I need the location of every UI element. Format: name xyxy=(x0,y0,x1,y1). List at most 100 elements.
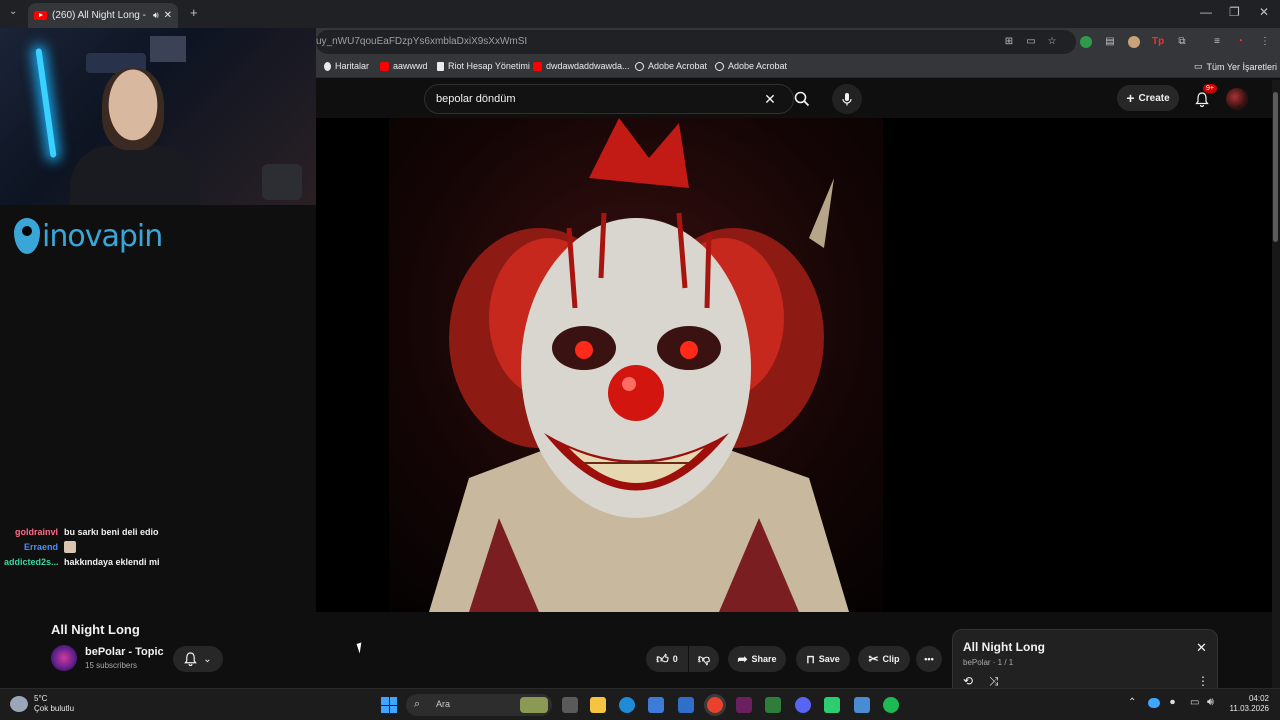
bookmark-item[interactable]: Adobe Acrobat xyxy=(715,61,787,71)
chrome-icon[interactable] xyxy=(707,697,723,713)
extension-tp-icon[interactable]: Tp xyxy=(1152,36,1164,48)
weather-desc: Çok bulutlu xyxy=(34,704,75,713)
bookmark-label: Tüm Yer İşaretleri xyxy=(1206,61,1278,72)
extension-green-icon[interactable] xyxy=(1080,36,1092,48)
clock-date: 11.03.2026 xyxy=(1229,704,1269,713)
system-clock[interactable]: 04:02 11.03.2026 xyxy=(1221,694,1269,714)
notification-badge: 9+ xyxy=(1203,84,1217,93)
bookmark-item[interactable]: Adobe Acrobat xyxy=(635,61,707,71)
account-avatar[interactable] xyxy=(1226,88,1248,110)
more-actions-button[interactable]: ••• xyxy=(916,646,942,672)
network-icon[interactable]: ▭ xyxy=(1190,697,1199,708)
search-highlight-image xyxy=(520,697,548,713)
save-label: Save xyxy=(818,654,840,664)
translate-icon[interactable]: ⊞ xyxy=(1003,36,1015,48)
map-pin-logo-icon xyxy=(14,218,40,254)
speaker-icon[interactable]: 🔊︎ xyxy=(153,10,159,21)
bookmark-item[interactable]: aawwwd xyxy=(380,61,428,71)
bookmark-item[interactable]: Riot Hesap Yönetimi xyxy=(437,61,530,71)
task-view-icon[interactable] xyxy=(562,697,578,713)
menu-dots-icon[interactable]: ⋮ xyxy=(1259,36,1271,48)
clown-illustration xyxy=(429,118,849,612)
search-input[interactable]: bepolar döndüm xyxy=(424,84,794,114)
app-green-icon[interactable] xyxy=(824,697,840,713)
page-scrollbar-thumb[interactable] xyxy=(1273,92,1278,242)
like-button[interactable]: 👍︎ 0 xyxy=(646,646,688,672)
voice-search-button[interactable] xyxy=(832,84,862,114)
create-label: Create xyxy=(1138,92,1170,104)
close-window-button[interactable]: ✕ xyxy=(1259,5,1269,19)
windows-taskbar: 5°C Çok bulutlu ⌕ Ara ⌃ ⏺ ▭ 🔊︎ 04:02 11.… xyxy=(0,688,1280,720)
cast-icon[interactable]: ▭ xyxy=(1025,36,1037,48)
playlist-menu-icon[interactable]: ⋮ xyxy=(1197,674,1209,688)
search-button[interactable] xyxy=(787,84,817,114)
close-playlist-icon[interactable]: ✕ xyxy=(1196,640,1207,656)
playlist-title: All Night Long xyxy=(963,640,1045,654)
neon-light xyxy=(35,48,57,158)
weather-widget[interactable]: 5°C Çok bulutlu xyxy=(34,694,74,714)
store-icon[interactable] xyxy=(648,697,664,713)
url-text: uy_nWU7qouEaFDzpYs6xmblaDxiX9sXxWmSI xyxy=(316,36,528,47)
file-explorer-icon[interactable] xyxy=(590,697,606,713)
chat-message: bu sarkı beni deli edio xyxy=(64,526,159,537)
mail-icon[interactable] xyxy=(678,697,694,713)
extensions-puzzle-icon[interactable]: ⧉ xyxy=(1176,36,1188,48)
bookmark-item[interactable]: dwdawdaddwawda... xyxy=(533,61,630,71)
share-button[interactable]: ➦ Share xyxy=(728,646,786,672)
bookmark-item[interactable]: Haritalar xyxy=(324,61,369,71)
media-queue-icon[interactable]: ≡ xyxy=(1211,36,1223,48)
globe-icon xyxy=(715,61,724,71)
chat-line: addicted2s... hakkındaya eklendi mi xyxy=(4,554,160,569)
profile-icon[interactable]: ◔ xyxy=(1234,36,1246,48)
emote-icon xyxy=(64,540,76,553)
clip-button[interactable]: ✂ Clip xyxy=(858,646,910,672)
microphone-icon[interactable]: ⏺ xyxy=(1170,697,1175,708)
subscriber-count: 15 subscribers xyxy=(85,661,138,670)
create-button[interactable]: + Create xyxy=(1117,85,1179,111)
streamer-body xyxy=(70,146,200,205)
app-icon[interactable] xyxy=(765,697,781,713)
extension-icon[interactable]: ▤ xyxy=(1104,36,1116,48)
channel-avatar[interactable] xyxy=(51,645,77,671)
save-button[interactable]: ⊓ Save xyxy=(796,646,850,672)
restore-button[interactable]: ❐ xyxy=(1229,5,1240,19)
channel-name[interactable]: bePolar - Topic xyxy=(85,646,164,658)
youtube-header: bepolar döndüm ✕ + Create 9+ xyxy=(316,80,1280,118)
new-tab-button[interactable]: + xyxy=(190,5,198,20)
shuffle-icon[interactable]: ⤨ xyxy=(989,674,999,689)
edge-icon[interactable] xyxy=(619,697,635,713)
url-field[interactable]: uy_nWU7qouEaFDzpYs6xmblaDxiX9sXxWmSI xyxy=(316,30,1076,54)
bookmark-label: Adobe Acrobat xyxy=(728,61,788,71)
bookmark-star-icon[interactable]: ☆ xyxy=(1046,36,1058,48)
search-placeholder: Ara xyxy=(436,699,451,709)
discord-icon[interactable] xyxy=(795,697,811,713)
youtube-icon xyxy=(380,61,389,71)
wall-frame xyxy=(150,36,186,62)
tab-close-icon[interactable]: ✕ xyxy=(164,10,172,21)
bookmark-label: Adobe Acrobat xyxy=(648,61,708,71)
bookmark-label: aawwwd xyxy=(393,61,428,71)
bell-icon xyxy=(1195,91,1209,107)
volume-icon[interactable]: 🔊︎ xyxy=(1207,696,1214,709)
minimize-button[interactable]: — xyxy=(1200,5,1212,19)
chat-username: addicted2s... xyxy=(4,556,59,567)
tab-list-icon[interactable]: ⌄ xyxy=(9,6,17,17)
chat-username: goldrainvl xyxy=(14,526,58,537)
chevron-up-icon[interactable]: ⌃ xyxy=(1128,697,1136,708)
onedrive-icon[interactable] xyxy=(1148,698,1160,708)
subscription-button[interactable]: ⌄ xyxy=(173,646,223,672)
all-bookmarks-folder[interactable]: ▭ Tüm Yer İşaretleri xyxy=(1194,61,1277,72)
bookmark-label: Riot Hesap Yönetimi xyxy=(448,61,530,71)
extension-cookie-icon[interactable] xyxy=(1128,36,1140,48)
app-blue-icon[interactable] xyxy=(854,697,870,713)
tab-youtube[interactable]: (260) All Night Long - YouTube 🔊︎ ✕ xyxy=(28,3,178,28)
visual-studio-icon[interactable] xyxy=(736,697,752,713)
loop-icon[interactable]: ⟲ xyxy=(963,674,973,688)
tab-title: (260) All Night Long - YouTube xyxy=(52,10,148,21)
playlist-panel: All Night Long bePolar · 1 / 1 ✕ ⟲ ⤨ ⋮ xyxy=(952,629,1218,692)
spotify-icon[interactable] xyxy=(883,697,899,713)
start-button[interactable] xyxy=(381,697,397,713)
taskbar-search[interactable]: ⌕ Ara xyxy=(406,694,552,716)
dislike-button[interactable]: 👎︎ xyxy=(689,646,719,672)
clear-search-icon[interactable]: ✕ xyxy=(755,84,785,114)
